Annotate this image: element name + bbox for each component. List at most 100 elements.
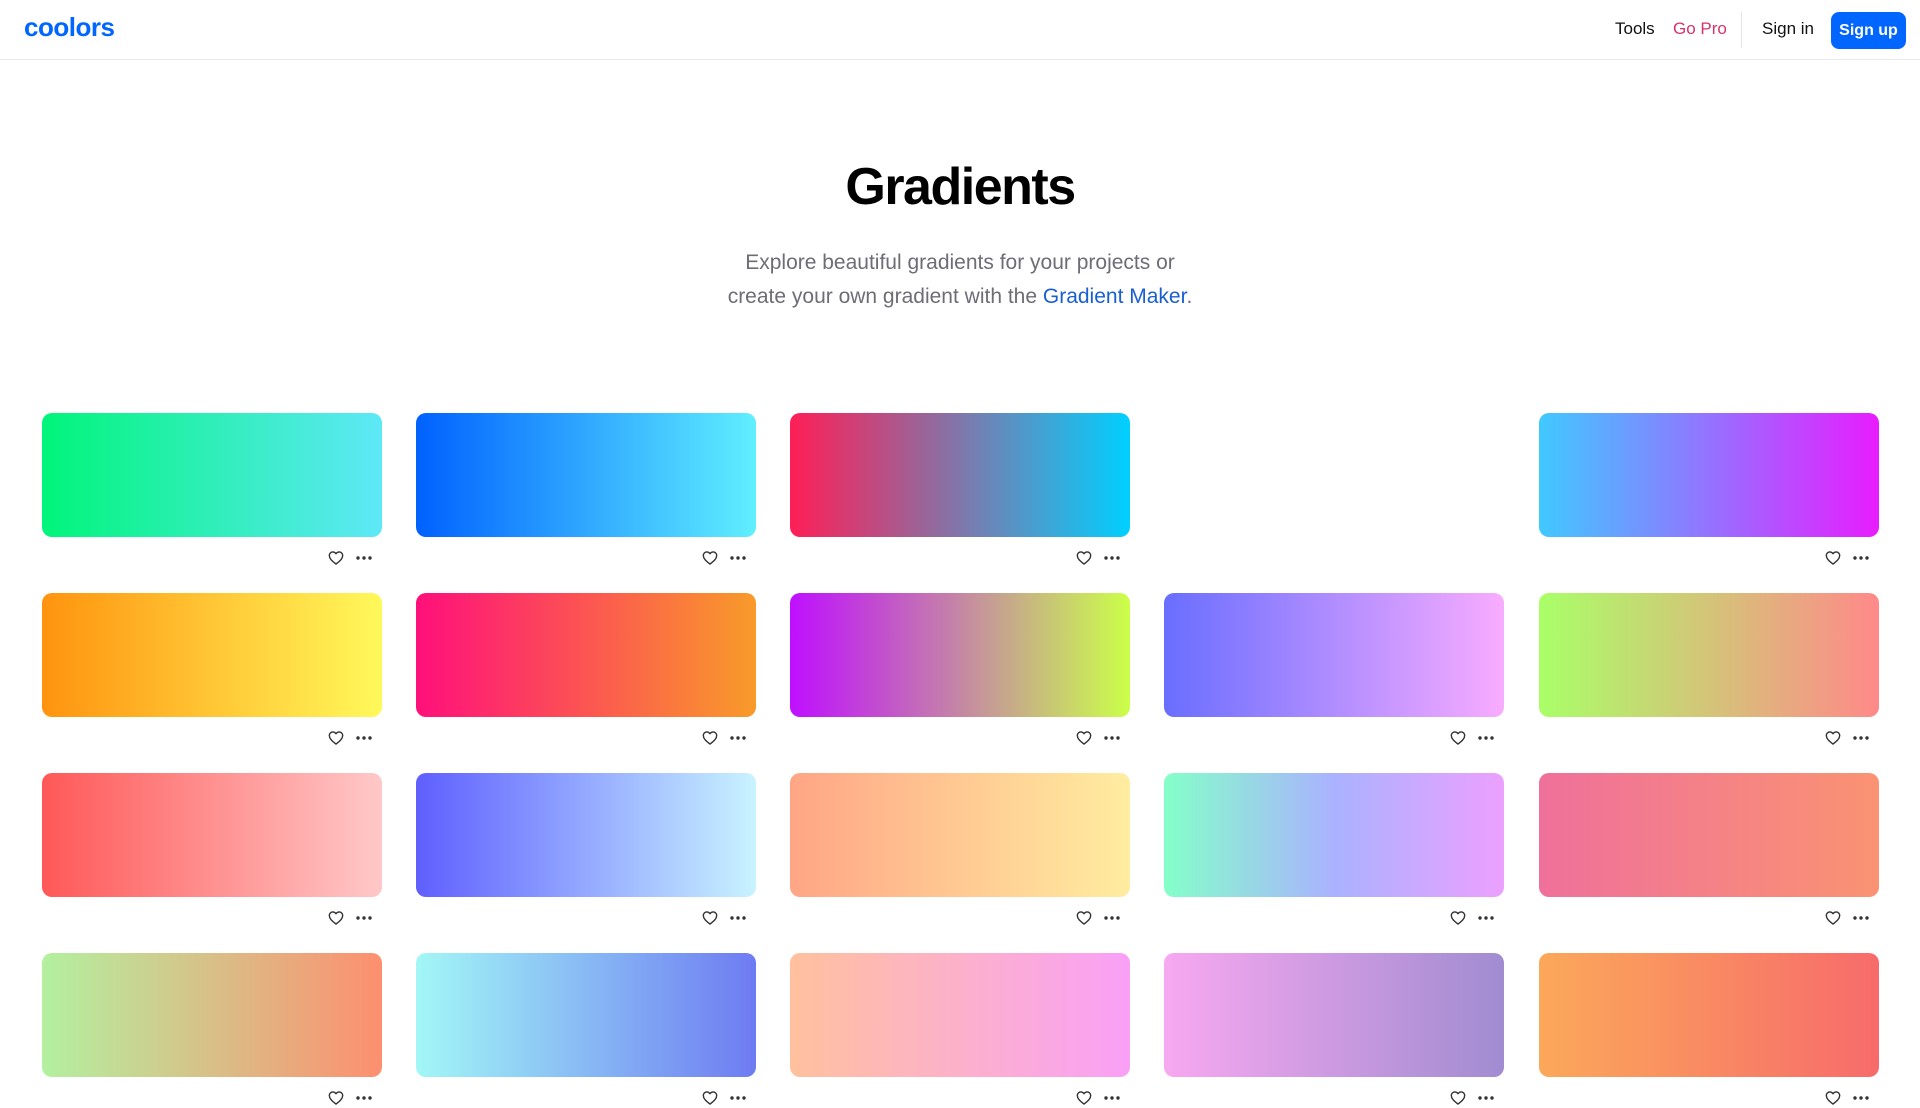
more-icon[interactable] bbox=[1476, 910, 1496, 926]
more-icon[interactable] bbox=[728, 910, 748, 926]
more-icon[interactable] bbox=[354, 730, 374, 746]
gradient-swatch[interactable] bbox=[790, 413, 1130, 537]
heart-icon[interactable] bbox=[326, 910, 346, 926]
more-icon[interactable] bbox=[1851, 1090, 1871, 1106]
top-header: coolors Tools Go Pro Sign in Sign up bbox=[0, 0, 1920, 60]
heart-icon[interactable] bbox=[1823, 730, 1843, 746]
coolors-logo[interactable]: coolors bbox=[24, 12, 115, 43]
gradient-card bbox=[790, 773, 1130, 928]
gradient-card bbox=[416, 413, 756, 568]
heart-icon[interactable] bbox=[1074, 910, 1094, 926]
card-actions bbox=[1823, 550, 1871, 566]
gradient-card bbox=[1539, 413, 1879, 568]
subtitle-line-2-suffix: . bbox=[1186, 285, 1193, 308]
more-icon[interactable] bbox=[1102, 730, 1122, 746]
heart-icon[interactable] bbox=[700, 730, 720, 746]
card-actions bbox=[700, 1090, 748, 1106]
more-icon[interactable] bbox=[1851, 910, 1871, 926]
heart-icon[interactable] bbox=[1448, 910, 1468, 926]
heart-icon[interactable] bbox=[326, 1090, 346, 1106]
gradient-swatch[interactable] bbox=[42, 953, 382, 1077]
gradient-swatch[interactable] bbox=[42, 413, 382, 537]
gradient-swatch[interactable] bbox=[42, 773, 382, 897]
card-actions bbox=[326, 1090, 374, 1106]
gradient-card bbox=[1164, 773, 1504, 928]
gradient-swatch[interactable] bbox=[1539, 773, 1879, 897]
card-actions bbox=[700, 730, 748, 746]
heart-icon[interactable] bbox=[1448, 1090, 1468, 1106]
page-subtitle: Explore beautiful gradients for your pro… bbox=[0, 246, 1920, 314]
heart-icon[interactable] bbox=[700, 1090, 720, 1106]
gradient-card bbox=[416, 593, 756, 748]
heart-icon[interactable] bbox=[1823, 1090, 1843, 1106]
card-actions bbox=[1823, 910, 1871, 926]
gradient-swatch[interactable] bbox=[790, 953, 1130, 1077]
more-icon[interactable] bbox=[728, 550, 748, 566]
heart-icon[interactable] bbox=[1074, 1090, 1094, 1106]
more-icon[interactable] bbox=[1102, 910, 1122, 926]
gradient-swatch[interactable] bbox=[1164, 593, 1504, 717]
card-actions bbox=[1448, 730, 1496, 746]
more-icon[interactable] bbox=[354, 550, 374, 566]
heart-icon[interactable] bbox=[1074, 730, 1094, 746]
more-icon[interactable] bbox=[1851, 730, 1871, 746]
more-icon[interactable] bbox=[1851, 550, 1871, 566]
card-actions bbox=[1074, 910, 1122, 926]
heart-icon[interactable] bbox=[700, 550, 720, 566]
gradient-card bbox=[1164, 953, 1504, 1108]
page-title: Gradients bbox=[845, 158, 1076, 216]
gradient-maker-link[interactable]: Gradient Maker bbox=[1043, 285, 1187, 308]
nav-go-pro[interactable]: Go Pro bbox=[1673, 19, 1727, 39]
gradient-swatch[interactable] bbox=[416, 953, 756, 1077]
gradient-card bbox=[42, 593, 382, 748]
gradient-card bbox=[1164, 593, 1504, 748]
heart-icon[interactable] bbox=[326, 550, 346, 566]
sign-in-link[interactable]: Sign in bbox=[1762, 19, 1814, 39]
card-actions bbox=[1074, 730, 1122, 746]
gradient-card bbox=[1539, 953, 1879, 1108]
heart-icon[interactable] bbox=[1823, 550, 1843, 566]
gradient-card bbox=[42, 413, 382, 568]
gradient-card bbox=[42, 773, 382, 928]
gradient-swatch[interactable] bbox=[790, 773, 1130, 897]
card-actions bbox=[1448, 1090, 1496, 1106]
card-actions bbox=[326, 550, 374, 566]
more-icon[interactable] bbox=[1102, 1090, 1122, 1106]
gradient-card bbox=[790, 413, 1130, 568]
sign-up-button[interactable]: Sign up bbox=[1831, 12, 1906, 49]
more-icon[interactable] bbox=[1476, 730, 1496, 746]
heart-icon[interactable] bbox=[1448, 730, 1468, 746]
gradient-swatch[interactable] bbox=[790, 593, 1130, 717]
gradient-swatch[interactable] bbox=[1164, 953, 1504, 1077]
more-icon[interactable] bbox=[728, 1090, 748, 1106]
card-actions bbox=[1823, 730, 1871, 746]
more-icon[interactable] bbox=[354, 910, 374, 926]
card-actions bbox=[700, 910, 748, 926]
nav-tools[interactable]: Tools bbox=[1615, 19, 1655, 39]
more-icon[interactable] bbox=[1476, 1090, 1496, 1106]
gradient-card bbox=[1539, 773, 1879, 928]
more-icon[interactable] bbox=[354, 1090, 374, 1106]
gradient-swatch[interactable] bbox=[1539, 953, 1879, 1077]
more-icon[interactable] bbox=[1102, 550, 1122, 566]
gradient-swatch[interactable] bbox=[1539, 413, 1879, 537]
heart-icon[interactable] bbox=[1823, 910, 1843, 926]
gradient-swatch[interactable] bbox=[42, 593, 382, 717]
gradient-swatch[interactable] bbox=[416, 773, 756, 897]
subtitle-line-1: Explore beautiful gradients for your pro… bbox=[745, 251, 1175, 274]
card-actions bbox=[1823, 1090, 1871, 1106]
gradient-card bbox=[42, 953, 382, 1108]
heart-icon[interactable] bbox=[1074, 550, 1094, 566]
heart-icon[interactable] bbox=[700, 910, 720, 926]
gradient-swatch[interactable] bbox=[416, 593, 756, 717]
subtitle-line-2-prefix: create your own gradient with the bbox=[727, 285, 1043, 308]
gradient-card bbox=[790, 593, 1130, 748]
gradient-swatch[interactable] bbox=[1164, 773, 1504, 897]
heart-icon[interactable] bbox=[326, 730, 346, 746]
nav-divider bbox=[1741, 12, 1742, 48]
gradient-swatch[interactable] bbox=[1539, 593, 1879, 717]
more-icon[interactable] bbox=[728, 730, 748, 746]
gradient-swatch[interactable] bbox=[416, 413, 756, 537]
gradient-card bbox=[1539, 593, 1879, 748]
subtitle-line-2: create your own gradient with the Gradie… bbox=[0, 280, 1920, 314]
